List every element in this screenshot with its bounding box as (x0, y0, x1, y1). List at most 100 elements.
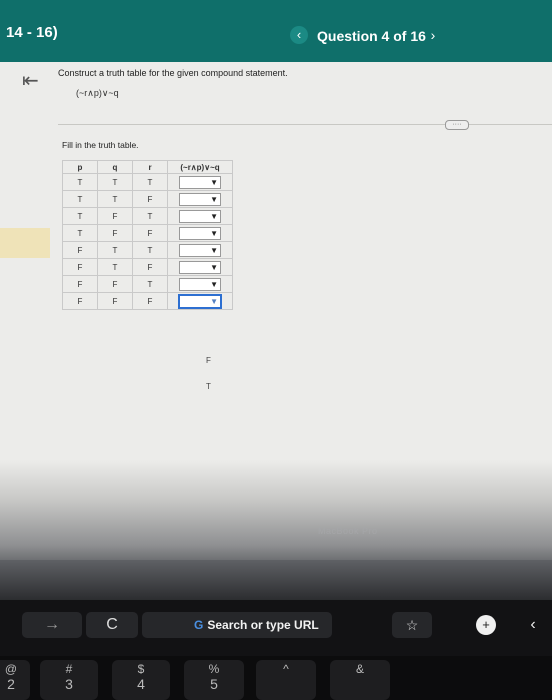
cell-q: T (97, 241, 133, 259)
url-placeholder: Search or type URL (207, 618, 319, 632)
bookmark-star-icon[interactable]: ☆ (392, 612, 432, 638)
highlight-strip (0, 228, 50, 258)
header-q: q (97, 160, 133, 174)
cell-q: T (97, 258, 133, 276)
table-row: F F F ▼ (62, 292, 233, 310)
collapse-chevron-icon[interactable]: ‹ (518, 612, 548, 638)
dropdown-option-false[interactable]: F (206, 356, 211, 382)
dropdown-arrow-icon: ▼ (210, 279, 218, 289)
key-number: 5 (210, 676, 218, 692)
dropdown-option-true[interactable]: T (206, 382, 211, 408)
cell-r: T (132, 173, 168, 191)
answer-dropdown[interactable]: ▼ (179, 226, 221, 240)
more-options-icon[interactable]: ···· (445, 120, 469, 130)
cell-p: F (62, 241, 98, 259)
dropdown-arrow-icon: ▼ (210, 262, 218, 272)
answer-dropdown[interactable]: ▼ (179, 277, 221, 291)
key-symbol: ^ (283, 662, 289, 676)
key-4[interactable]: $4 (112, 660, 170, 700)
key-7[interactable]: & (330, 660, 390, 700)
truth-table: p q r (~r∧p)∨~q T T T ▼ T T F ▼ T F T ▼ … (62, 160, 233, 310)
question-header-bar: 14 - 16) ‹ Question 4 of 16 › (0, 0, 552, 62)
dropdown-arrow-icon: ▼ (210, 211, 218, 221)
dropdown-arrow-icon: ▼ (210, 194, 218, 204)
screen-bottom-shadow (0, 460, 552, 560)
answer-cell: ▼ (167, 292, 233, 310)
next-question-icon[interactable]: › (424, 26, 442, 44)
key-symbol: # (65, 662, 73, 676)
reload-icon[interactable]: C (86, 612, 138, 638)
cell-q: F (97, 275, 133, 293)
key-symbol: $ (137, 662, 145, 676)
cell-p: F (62, 292, 98, 310)
instruction-text: Fill in the truth table. (62, 140, 139, 150)
dropdown-options-list: F T (206, 356, 211, 408)
browser-screen: 14 - 16) ‹ Question 4 of 16 › ⇤ Construc… (0, 0, 552, 560)
key-number: 4 (137, 676, 145, 692)
question-prompt: Construct a truth table for the given co… (58, 68, 288, 78)
answer-dropdown[interactable]: ▼ (179, 243, 221, 257)
cell-q: T (97, 190, 133, 208)
table-row: F F T ▼ (62, 275, 233, 293)
header-statement: (~r∧p)∨~q (167, 160, 233, 174)
key-3[interactable]: #3 (40, 660, 98, 700)
answer-dropdown[interactable]: ▼ (179, 260, 221, 274)
key-symbol: & (355, 662, 364, 676)
laptop-bezel (0, 560, 552, 600)
answer-cell: ▼ (167, 173, 233, 191)
question-counter: Question 4 of 16 (317, 28, 426, 44)
dropdown-arrow-icon: ▼ (210, 296, 218, 306)
table-header-row: p q r (~r∧p)∨~q (62, 160, 233, 174)
key-symbol: % (208, 662, 220, 676)
answer-dropdown[interactable]: ▼ (179, 192, 221, 206)
cell-q: F (97, 292, 133, 310)
table-row: T T F ▼ (62, 190, 233, 208)
laptop-brand-text: MacBook Pro (318, 526, 378, 536)
new-tab-plus-icon[interactable]: + (476, 615, 496, 635)
table-row: T F F ▼ (62, 224, 233, 242)
header-r: r (132, 160, 168, 174)
cell-r: T (132, 241, 168, 259)
answer-dropdown[interactable]: ▼ (179, 175, 221, 189)
cell-r: F (132, 292, 168, 310)
header-p: p (62, 160, 98, 174)
cell-r: F (132, 190, 168, 208)
cell-r: F (132, 224, 168, 242)
answer-dropdown[interactable]: ▼ (179, 209, 221, 223)
dropdown-arrow-icon: ▼ (210, 177, 218, 187)
cell-p: F (62, 275, 98, 293)
answer-cell: ▼ (167, 258, 233, 276)
key-2[interactable]: @2 (0, 660, 30, 700)
cell-r: T (132, 275, 168, 293)
google-icon: G (194, 618, 204, 632)
answer-dropdown-open[interactable]: ▼ (178, 293, 222, 309)
key-5[interactable]: % 5 (184, 660, 244, 700)
cell-r: F (132, 258, 168, 276)
answer-cell: ▼ (167, 241, 233, 259)
compound-statement: (~r∧p)∨~q (76, 88, 119, 98)
dropdown-arrow-icon: ▼ (210, 228, 218, 238)
answer-cell: ▼ (167, 224, 233, 242)
answer-cell: ▼ (167, 190, 233, 208)
key-number: 3 (65, 676, 73, 692)
section-range-title: 14 - 16) (6, 24, 58, 41)
table-row: F T F ▼ (62, 258, 233, 276)
url-search-button[interactable]: G Search or type URL (142, 612, 332, 638)
dropdown-arrow-icon: ▼ (210, 245, 218, 255)
answer-cell: ▼ (167, 207, 233, 225)
table-row: F T T ▼ (62, 241, 233, 259)
previous-question-icon[interactable]: ‹ (290, 26, 308, 44)
key-number: 2 (7, 676, 15, 692)
cell-q: T (97, 173, 133, 191)
cell-p: F (62, 258, 98, 276)
forward-arrow-icon[interactable]: → (22, 612, 82, 638)
key-6[interactable]: ^ (256, 660, 316, 700)
cell-p: T (62, 173, 98, 191)
cell-q: F (97, 207, 133, 225)
table-row: T F T ▼ (62, 207, 233, 225)
collapse-panel-icon[interactable]: ⇤ (22, 68, 39, 93)
key-symbol: @ (4, 662, 18, 676)
cell-p: T (62, 224, 98, 242)
answer-cell: ▼ (167, 275, 233, 293)
divider (58, 124, 552, 125)
